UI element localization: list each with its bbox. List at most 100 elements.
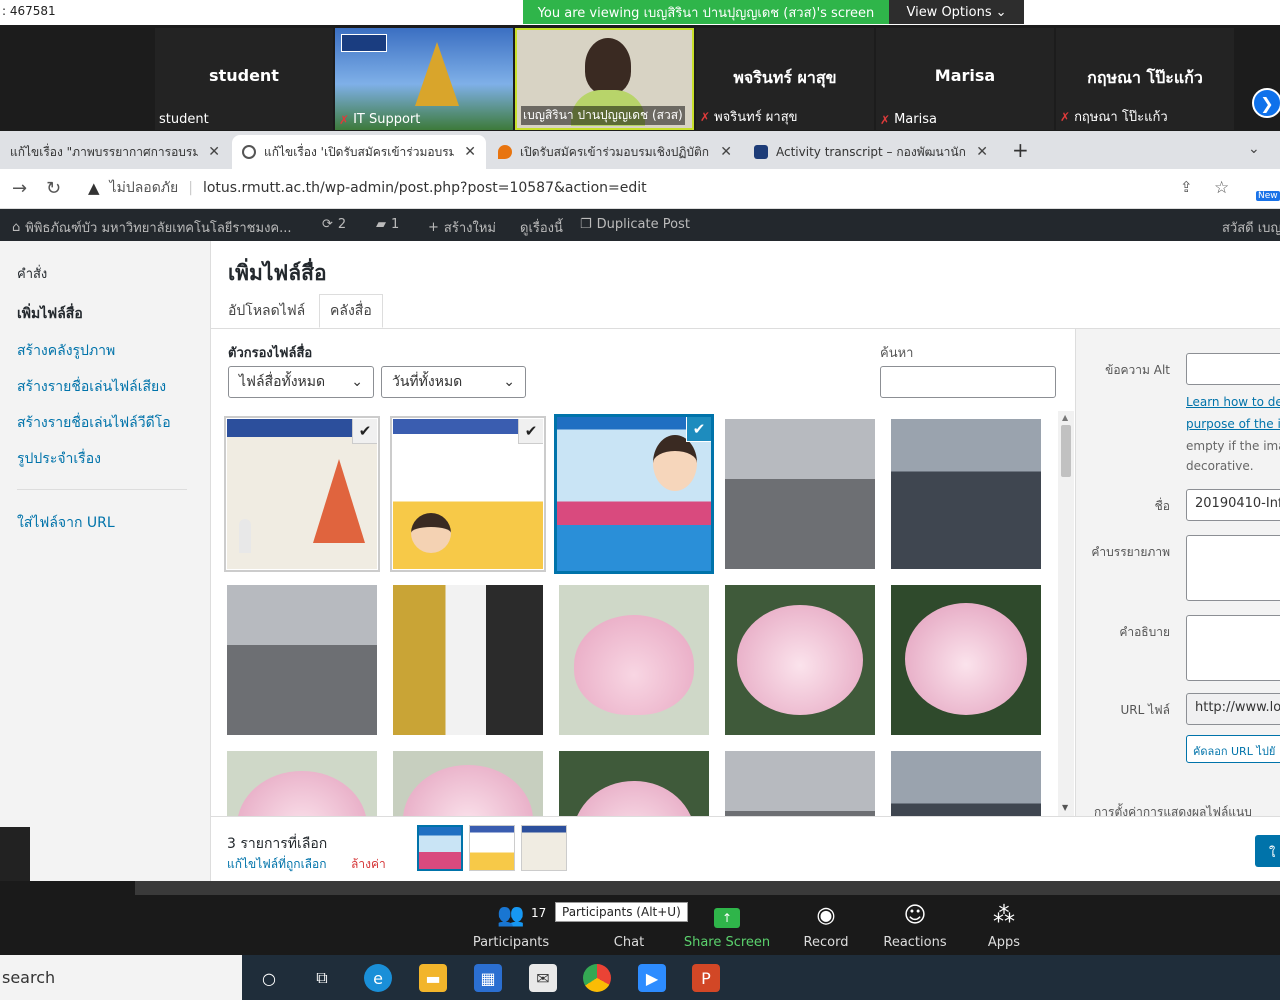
- close-icon[interactable]: ✕: [976, 144, 988, 160]
- close-icon[interactable]: ✕: [720, 144, 732, 160]
- record-button[interactable]: ◉ Record: [781, 903, 871, 950]
- chrome-icon[interactable]: [583, 964, 611, 992]
- selection-thumb[interactable]: [417, 825, 463, 871]
- tab-library[interactable]: คลังสื่อ: [319, 294, 383, 328]
- filter-type-select[interactable]: ไฟล์สื่อทั้งหมด ⌄: [228, 366, 374, 398]
- apps-button[interactable]: ⁂ Apps: [959, 903, 1049, 950]
- search-input[interactable]: [880, 366, 1056, 398]
- wp-updates[interactable]: ⟳ 2: [322, 217, 346, 232]
- reload-icon[interactable]: ↻: [46, 178, 61, 199]
- filter-date-select[interactable]: วันที่ทั้งหมด ⌄: [381, 366, 526, 398]
- check-icon[interactable]: ✔: [518, 419, 543, 444]
- check-icon[interactable]: ✔: [686, 417, 711, 442]
- task-view-icon[interactable]: ⧉: [308, 964, 336, 992]
- scroll-down-icon[interactable]: ▼: [1062, 803, 1068, 812]
- attachment-thumb[interactable]: ✔: [224, 416, 380, 572]
- browser-tab[interactable]: เปิดรับสมัครเข้าร่วมอบรมเชิงปฏิบัติการ ✕: [488, 135, 742, 169]
- forward-arrow-icon[interactable]: →: [12, 178, 27, 199]
- wp-new-content[interactable]: + สร้างใหม่: [428, 217, 496, 238]
- participant-tile-active-speaker[interactable]: เบญสิรินา ปานปุญญเดช (สวส): [515, 28, 694, 130]
- alt-text-input[interactable]: [1186, 353, 1280, 385]
- wp-howdy[interactable]: สวัสดี เบญ: [1222, 217, 1280, 238]
- browser-tab[interactable]: Activity transcript – กองพัฒนานักศึ ✕: [744, 135, 998, 169]
- share-screen-button[interactable]: ↑ Share Screen: [682, 903, 772, 950]
- selection-thumb[interactable]: [521, 825, 567, 871]
- copy-url-button[interactable]: คัดลอก URL ไปยั: [1186, 735, 1280, 763]
- menu-item-video-playlist[interactable]: สร้างรายชื่อเล่นไฟล์วีดีโอ: [17, 412, 171, 434]
- menu-item-featured-image[interactable]: รูปประจำเรื่อง: [17, 448, 101, 470]
- file-url-input[interactable]: http://www.lot: [1186, 693, 1280, 725]
- attachment-thumb[interactable]: [891, 585, 1041, 735]
- scroll-thumb[interactable]: [1061, 425, 1071, 477]
- alt-purpose-link[interactable]: purpose of the im: [1186, 417, 1280, 431]
- powerpoint-icon[interactable]: P: [692, 964, 720, 992]
- attachment-thumb[interactable]: [559, 585, 709, 735]
- attachment-thumb[interactable]: ✔: [390, 416, 546, 572]
- browser-tab-active[interactable]: แก้ไขเรื่อง 'เปิดรับสมัครเข้าร่วมอบรมเ ✕: [232, 135, 486, 169]
- menu-item-add-media[interactable]: เพิ่มไฟล์สื่อ: [17, 303, 83, 325]
- edit-selection-link[interactable]: แก้ไขไฟล์ที่ถูกเลือก: [227, 855, 327, 874]
- menu-item-insert-from-url[interactable]: ใส่ไฟล์จาก URL: [17, 512, 115, 534]
- attachment-thumb[interactable]: [725, 419, 875, 569]
- menu-item-create-gallery[interactable]: สร้างคลังรูปภาพ: [17, 340, 115, 362]
- selection-count: 3 รายการที่เลือก: [227, 836, 328, 852]
- wp-view-post[interactable]: ดูเรื่องนี้: [520, 217, 563, 238]
- participant-tile[interactable]: student student: [155, 28, 333, 130]
- browser-tab[interactable]: แก้ไขเรื่อง "ภาพบรรยากาศการอบรมเ ✕: [0, 135, 230, 169]
- attachment-thumb[interactable]: [393, 585, 543, 735]
- title-input[interactable]: 20190410-Info: [1186, 489, 1280, 521]
- edge-icon[interactable]: e: [364, 964, 392, 992]
- close-icon[interactable]: ✕: [208, 144, 220, 160]
- wp-duplicate-post[interactable]: ❐ Duplicate Post: [580, 217, 690, 232]
- attachment-thumb[interactable]: [559, 751, 709, 816]
- participant-tile[interactable]: Marisa ✗ Marisa: [876, 28, 1054, 130]
- taskbar-search[interactable]: search: [0, 955, 242, 1000]
- url-field[interactable]: ▲ ไม่ปลอดภัย | lotus.rmutt.ac.th/wp-admi…: [88, 177, 647, 199]
- attachment-thumb[interactable]: [393, 751, 543, 816]
- tab-search-chevron-icon[interactable]: ⌄: [1248, 141, 1260, 157]
- profile-avatar[interactable]: New: [1256, 179, 1280, 203]
- site-name-label: พิพิธภัณฑ์บัว มหาวิทยาลัยเทคโนโลยีราชมงค…: [25, 221, 292, 236]
- check-icon[interactable]: ✔: [352, 419, 377, 444]
- scroll-up-icon[interactable]: ▲: [1062, 413, 1068, 422]
- selection-thumb[interactable]: [469, 825, 515, 871]
- grid-scrollbar[interactable]: ▲ ▼: [1058, 411, 1074, 816]
- lotus-photo-image: [905, 603, 1027, 715]
- share-icon[interactable]: ⇪: [1180, 178, 1193, 196]
- store-icon[interactable]: ▦: [474, 964, 502, 992]
- wp-comments[interactable]: ▰ 1: [376, 217, 399, 232]
- next-page-arrow-icon[interactable]: ❯: [1252, 88, 1280, 118]
- description-textarea[interactable]: [1186, 615, 1280, 681]
- attachment-thumb[interactable]: [891, 751, 1041, 816]
- participant-tag: ✗ Marisa: [880, 112, 937, 127]
- cortana-icon[interactable]: ○: [255, 964, 283, 992]
- file-explorer-icon[interactable]: ▬: [419, 964, 447, 992]
- participants-label: Participants: [472, 935, 550, 950]
- participant-name: student: [209, 66, 279, 85]
- attachment-thumb[interactable]: [725, 751, 875, 816]
- zoom-app-icon[interactable]: ▶: [638, 964, 666, 992]
- attachment-thumb[interactable]: [891, 419, 1041, 569]
- insert-into-post-button[interactable]: ใ: [1255, 835, 1280, 867]
- menu-item-audio-playlist[interactable]: สร้างรายชื่อเล่นไฟล์เสียง: [17, 376, 166, 398]
- participant-tile[interactable]: ✗ IT Support: [335, 28, 513, 130]
- participant-tile[interactable]: กฤษณา โป๊ะแก้ว ✗ กฤษณา โป๊ะแก้ว: [1056, 28, 1234, 130]
- wp-site-name[interactable]: ⌂ พิพิธภัณฑ์บัว มหาวิทยาลัยเทคโนโลยีราชมง…: [12, 217, 292, 238]
- view-options-button[interactable]: View Options ⌄: [889, 0, 1024, 24]
- caption-textarea[interactable]: [1186, 535, 1280, 601]
- address-bar: → ↻ ▲ ไม่ปลอดภัย | lotus.rmutt.ac.th/wp-…: [0, 169, 1280, 209]
- mail-icon[interactable]: ✉: [529, 964, 557, 992]
- clear-selection-link[interactable]: ล้างค่า: [351, 855, 386, 874]
- new-tab-plus-icon[interactable]: +: [1012, 138, 1029, 162]
- bookmark-star-icon[interactable]: ☆: [1214, 178, 1229, 198]
- alt-learn-link[interactable]: Learn how to des: [1186, 395, 1280, 409]
- attachment-thumb[interactable]: [227, 751, 377, 816]
- participant-tile[interactable]: พจรินทร์ ผาสุข ✗ พจรินทร์ ผาสุข: [696, 28, 874, 130]
- attachment-thumb-current[interactable]: ✔: [554, 414, 714, 574]
- close-icon[interactable]: ✕: [464, 144, 476, 160]
- reactions-button[interactable]: ☺ Reactions: [870, 903, 960, 950]
- attachment-thumb[interactable]: [227, 585, 377, 735]
- attachment-thumb[interactable]: [725, 585, 875, 735]
- record-icon: ◉: [816, 903, 836, 928]
- tab-upload[interactable]: อัปโหลดไฟล์: [218, 294, 315, 328]
